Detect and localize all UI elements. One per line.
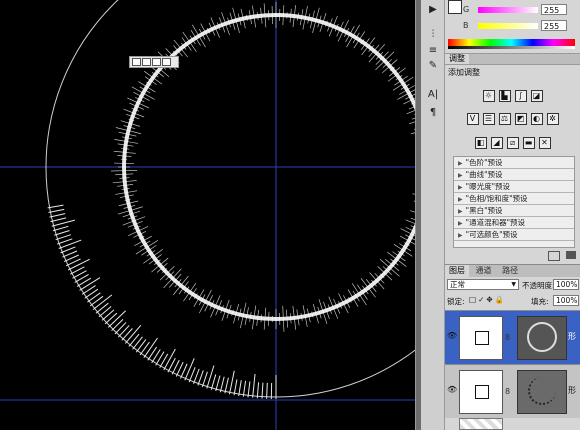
chevron-down-icon: ▼ bbox=[511, 281, 516, 288]
color-balance-icon[interactable]: ⚖ bbox=[498, 113, 511, 125]
ring-mask-preview bbox=[527, 322, 557, 352]
tick-marks bbox=[47, 204, 277, 399]
fill-field[interactable]: 100% bbox=[553, 295, 579, 306]
lock-row: 锁定: □✓✥🔒 填充: 100% bbox=[445, 294, 580, 308]
brush-icon[interactable]: ✎ bbox=[425, 59, 441, 73]
tab-layers[interactable]: 图层 bbox=[445, 265, 469, 277]
layer-name[interactable]: 形 bbox=[568, 385, 576, 396]
b-label: B bbox=[463, 21, 469, 30]
paragraph-icon[interactable]: ¶ bbox=[425, 106, 441, 120]
black-white-icon[interactable]: ◩ bbox=[514, 113, 527, 125]
brightness-icon[interactable]: ☼ bbox=[482, 90, 495, 102]
hue-saturation-icon[interactable]: ☰ bbox=[482, 113, 495, 125]
shape-icon bbox=[475, 385, 489, 399]
layer-thumbnail bbox=[459, 418, 503, 430]
photo-filter-icon[interactable]: ◐ bbox=[530, 113, 543, 125]
b-value-field[interactable]: 255 bbox=[541, 20, 567, 31]
add-selection-icon[interactable] bbox=[142, 58, 151, 66]
canvas-artwork bbox=[0, 0, 415, 430]
gradient-map-icon[interactable]: ▬ bbox=[522, 137, 535, 149]
opacity-field[interactable]: 100% bbox=[553, 279, 579, 290]
right-panel: G 255 B 255 调整 添加调整 ☼ ▙ ∫ ◪ V ☰ ⚖ ◩ ◐ ✲ … bbox=[445, 0, 580, 430]
b-slider-row: B 255 bbox=[445, 20, 580, 32]
outer-circle-path bbox=[45, 0, 415, 398]
clip-icon[interactable] bbox=[548, 251, 560, 261]
curves-icon[interactable]: ∫ bbox=[514, 90, 527, 102]
intersect-selection-icon[interactable] bbox=[162, 58, 171, 66]
layer-thumbnail bbox=[459, 316, 503, 360]
text-tool-icon[interactable]: A| bbox=[425, 88, 441, 102]
channel-mixer-icon[interactable]: ✲ bbox=[546, 113, 559, 125]
eye-icon[interactable]: 👁 bbox=[447, 331, 457, 341]
subtract-selection-icon[interactable] bbox=[152, 58, 161, 66]
layers-tabbar: 图层 通道 路径 bbox=[445, 264, 580, 277]
collapsed-panel-strip: ▶ ⫶ ≡ ✎ A| ¶ bbox=[421, 0, 445, 430]
new-selection-icon[interactable] bbox=[132, 58, 141, 66]
play-icon[interactable]: ▶ bbox=[425, 3, 441, 17]
canvas[interactable] bbox=[0, 0, 415, 430]
adjustments-tabbar: 调整 bbox=[445, 53, 580, 65]
selective-color-icon[interactable]: ✕ bbox=[538, 137, 551, 149]
threshold-icon[interactable]: ⧄ bbox=[506, 137, 519, 149]
b-slider[interactable] bbox=[478, 23, 538, 29]
eye-icon[interactable]: 👁 bbox=[447, 385, 457, 395]
tab-paths[interactable]: 路径 bbox=[498, 265, 522, 277]
g-value-field[interactable]: 255 bbox=[541, 4, 567, 15]
adjust-icon[interactable]: ≡ bbox=[425, 44, 441, 58]
g-slider-row: G 255 bbox=[445, 4, 580, 16]
adjustments-subtitle: 添加调整 bbox=[448, 68, 480, 77]
preset-item[interactable]: ▶ "曲线"预设 bbox=[454, 169, 574, 181]
lock-icons[interactable]: □✓✥🔒 bbox=[469, 295, 506, 304]
fill-label: 填充: bbox=[531, 297, 549, 306]
tool-options-icon[interactable]: ⫶ bbox=[425, 28, 441, 42]
blend-mode-select[interactable]: 正常 ▼ bbox=[447, 279, 519, 290]
visibility-icon[interactable] bbox=[566, 251, 576, 259]
layer-vector-mask bbox=[517, 370, 567, 414]
layer-thumbnail bbox=[459, 370, 503, 414]
color-spectrum[interactable] bbox=[448, 39, 575, 49]
adjustment-icons-row-1: ☼ ▙ ∫ ◪ bbox=[445, 90, 580, 102]
preset-item[interactable]: ▶ "色阶"预设 bbox=[454, 157, 574, 169]
posterize-icon[interactable]: ◢ bbox=[490, 137, 503, 149]
layer-row[interactable]: 👁 8 形 bbox=[445, 310, 580, 364]
preset-item[interactable]: ▶ "曝光度"预设 bbox=[454, 181, 574, 193]
vibrance-icon[interactable]: V bbox=[466, 113, 479, 125]
tab-adjustments[interactable]: 调整 bbox=[445, 54, 469, 64]
adjustments-footer bbox=[445, 250, 580, 262]
invert-icon[interactable]: ◧ bbox=[474, 137, 487, 149]
tab-channels[interactable]: 通道 bbox=[472, 265, 496, 277]
lock-label: 锁定: bbox=[447, 297, 465, 306]
layer-name[interactable]: 形 bbox=[568, 331, 576, 342]
exposure-icon[interactable]: ◪ bbox=[530, 90, 543, 102]
preset-item[interactable]: ▶ "可选颜色"预设 bbox=[454, 229, 574, 241]
g-label: G bbox=[463, 5, 470, 14]
arc-mask-preview bbox=[528, 377, 556, 405]
adjustment-icons-row-3: ◧ ◢ ⧄ ▬ ✕ bbox=[445, 137, 580, 149]
adjustment-icons-row-2: V ☰ ⚖ ◩ ◐ ✲ bbox=[445, 113, 580, 125]
link-icon[interactable]: 8 bbox=[505, 387, 513, 397]
preset-item[interactable]: ▶ "通道混和器"预设 bbox=[454, 217, 574, 229]
levels-icon[interactable]: ▙ bbox=[498, 90, 511, 102]
blend-row: 正常 ▼ 不透明度: 100% bbox=[445, 278, 580, 292]
shape-icon bbox=[475, 331, 489, 345]
link-icon[interactable]: 8 bbox=[505, 333, 513, 343]
preset-item[interactable]: ▶ "黑白"预设 bbox=[454, 205, 574, 217]
layer-row[interactable]: 👁 8 形 bbox=[445, 364, 580, 418]
preset-item[interactable]: ▶ "色相/饱和度"预设 bbox=[454, 193, 574, 205]
adjustment-presets-list: ▶ "色阶"预设 ▶ "曲线"预设 ▶ "曝光度"预设 ▶ "色相/饱和度"预设 ▶ "黑… bbox=[453, 156, 575, 248]
layer-vector-mask bbox=[517, 316, 567, 360]
opacity-label: 不透明度: bbox=[522, 281, 555, 290]
selection-mode-toolbar[interactable] bbox=[129, 56, 179, 68]
g-slider[interactable] bbox=[478, 7, 538, 13]
